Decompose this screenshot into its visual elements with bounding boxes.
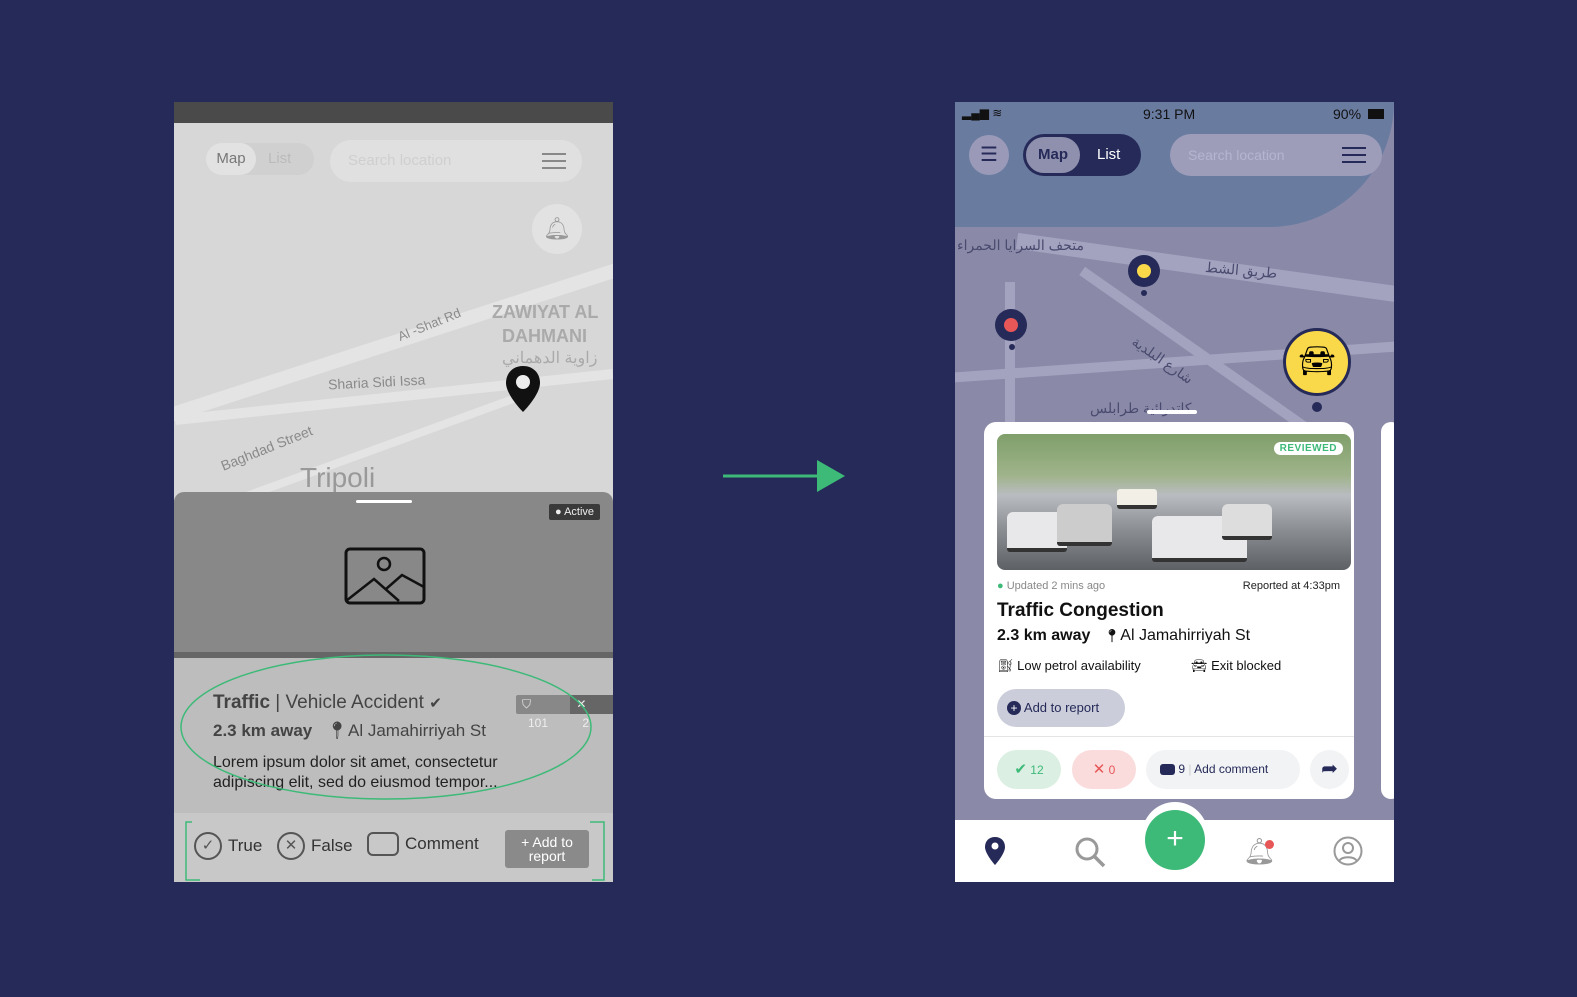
live-dot-icon: ●	[997, 580, 1004, 592]
annotation-sketch	[180, 654, 605, 881]
x-icon: ✕	[1092, 761, 1106, 778]
car-icon: 🚘︎	[1191, 658, 1208, 673]
map-label: متحف السرايا الحمراء	[957, 237, 1084, 253]
map-pin-nav-icon[interactable]	[984, 836, 1006, 866]
status-bar: ▂▄▆ ≋ 9:31 PM 90%	[955, 102, 1394, 126]
comment-button[interactable]: 9 | Add comment	[1146, 750, 1300, 789]
true-button[interactable]: ✔ 12	[997, 750, 1061, 789]
search-placeholder: Search location	[1188, 147, 1285, 163]
tab-map[interactable]: Map	[1025, 136, 1081, 174]
add-to-report-button[interactable]: + Add to report	[997, 689, 1125, 727]
add-comment-link[interactable]: Add comment	[1194, 762, 1268, 776]
share-icon[interactable]: ➦	[1310, 750, 1349, 789]
marker-dot	[1141, 290, 1147, 296]
car-marker-icon[interactable]: 🚘︎	[1283, 328, 1351, 396]
updated-time: ● Updated 2 mins ago	[997, 580, 1106, 592]
comment-count: 9	[1178, 762, 1186, 776]
next-card[interactable]	[1381, 422, 1394, 799]
check-icon: ✔	[1014, 761, 1027, 778]
divider	[984, 736, 1354, 737]
tag-exit-blocked: 🚘︎ Exit blocked	[1191, 658, 1282, 673]
pin-icon: 📍︎	[1103, 628, 1121, 643]
marker-dot	[1009, 344, 1015, 350]
report-card[interactable]: REVIEWED ● Updated 2 mins ago Reported a…	[984, 422, 1354, 799]
map-label: كاتدرائية طرابلس	[1090, 400, 1192, 416]
street: Al Jamahirriyah St	[1120, 627, 1251, 644]
report-photo: REVIEWED	[997, 434, 1351, 570]
plus-circle-icon: +	[1007, 701, 1021, 715]
mockup-screen: متحف السرايا الحمراء طريق الشط شارع البل…	[955, 102, 1394, 882]
map-label: طريق الشط	[1204, 258, 1278, 282]
battery-level: 90%	[1333, 106, 1362, 122]
tag-low-petrol: ⛽︎ Low petrol availability	[997, 658, 1141, 673]
tab-list[interactable]: List	[1097, 134, 1120, 176]
map-marker-yellow[interactable]	[1128, 255, 1160, 287]
distance: 2.3 km away	[997, 627, 1091, 644]
arrow-icon	[723, 460, 845, 492]
filter-icon[interactable]	[1342, 147, 1366, 164]
search-icon[interactable]	[1074, 836, 1106, 868]
false-button[interactable]: ✕ 0	[1072, 750, 1136, 789]
marker-dot	[1312, 402, 1322, 412]
drag-handle[interactable]	[1147, 410, 1197, 414]
fuel-icon: ⛽︎	[997, 658, 1014, 673]
signal-wifi-icon: ▂▄▆ ≋	[962, 106, 1003, 120]
battery-icon	[1368, 109, 1384, 119]
report-location: 2.3 km away 📍︎Al Jamahirriyah St	[997, 627, 1250, 645]
clock: 9:31 PM	[1143, 106, 1196, 122]
report-title: Traffic Congestion	[997, 600, 1164, 621]
reviewed-badge: REVIEWED	[1273, 442, 1343, 455]
comment-icon	[1160, 764, 1175, 776]
add-report-fab[interactable]: +	[1145, 810, 1205, 870]
search-input[interactable]: Search location	[1170, 134, 1382, 176]
reported-time: Reported at 4:33pm	[1242, 580, 1340, 592]
menu-icon[interactable]: ☰	[969, 135, 1009, 175]
wireframe-screen: ZAWIYAT AL DAHMANI زاوية الدهماني Al -Sh…	[174, 102, 613, 882]
map-marker-red[interactable]	[995, 309, 1027, 341]
notification-bell-icon[interactable]: 🔔︎	[1243, 836, 1276, 867]
profile-icon[interactable]	[1333, 836, 1363, 866]
map-list-toggle[interactable]: Map List	[1023, 134, 1141, 176]
